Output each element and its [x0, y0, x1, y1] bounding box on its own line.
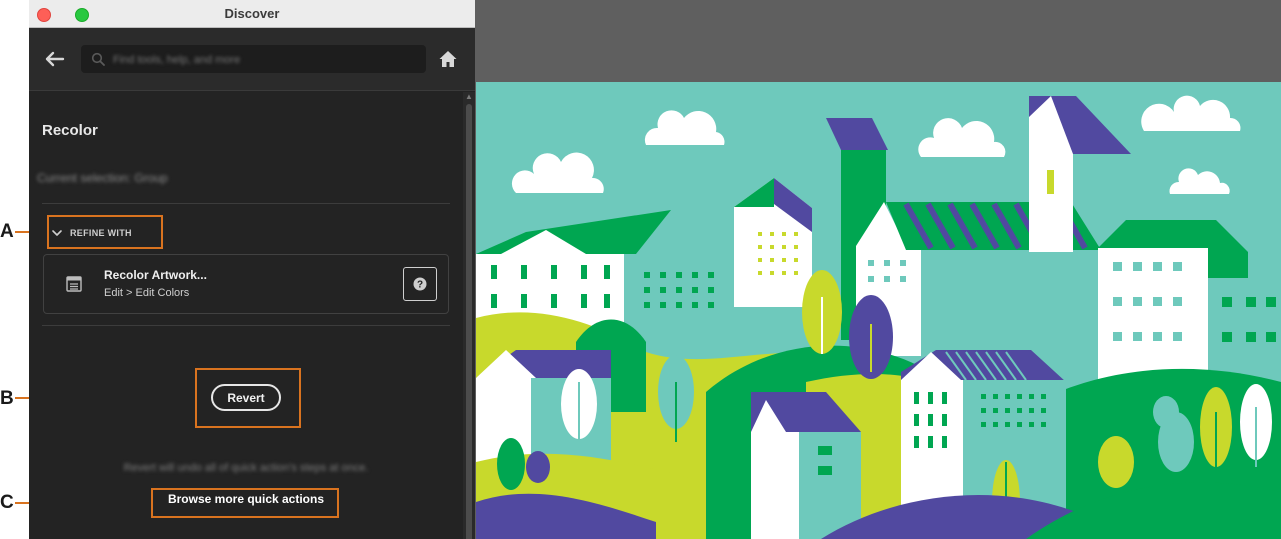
recolor-artwork-card[interactable]: Recolor Artwork... Edit > Edit Colors ? [43, 254, 449, 314]
panel-navbar [29, 28, 475, 91]
callout-a-letter: A [0, 221, 14, 242]
divider [42, 325, 450, 326]
town-illustration-artwork[interactable] [476, 82, 1281, 539]
scroll-thumb[interactable] [466, 104, 472, 539]
revert-description: Revert will undo all of quick action's s… [123, 462, 369, 474]
divider [42, 203, 450, 204]
scroll-up-arrow[interactable]: ▲ [465, 93, 473, 101]
svg-text:?: ? [417, 280, 423, 291]
help-button[interactable]: ? [403, 267, 437, 301]
panel-scrollbar[interactable]: ▲ [463, 92, 475, 539]
callout-a-box [47, 215, 163, 249]
home-icon [439, 51, 457, 67]
search-icon [91, 52, 105, 66]
back-button[interactable] [43, 50, 65, 68]
search-input[interactable] [111, 45, 415, 75]
current-selection-text: Current selection: Group [37, 171, 168, 185]
arrow-left-icon [45, 51, 65, 67]
card-title: Recolor Artwork... [104, 268, 207, 282]
window-titlebar: Discover [29, 0, 475, 28]
card-menu-path: Edit > Edit Colors [104, 287, 190, 299]
callout-b-box [195, 368, 301, 428]
callout-b-letter: B [0, 388, 14, 409]
window-title: Discover [224, 6, 280, 21]
discover-panel: Discover ▲ Recolor Current selection: Gr… [29, 0, 475, 539]
home-button[interactable] [437, 49, 459, 69]
section-title: Recolor [42, 122, 98, 139]
callout-c-box [151, 488, 339, 518]
artwork-icon [66, 276, 82, 292]
question-icon: ? [413, 277, 427, 291]
callout-c-letter: C [0, 492, 14, 513]
search-field[interactable] [81, 45, 426, 75]
